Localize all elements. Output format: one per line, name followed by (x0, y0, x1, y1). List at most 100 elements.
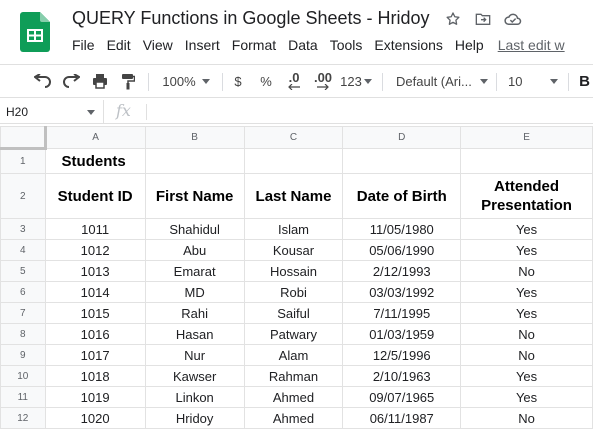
table-cell[interactable]: Hossain (243, 260, 344, 282)
menu-data[interactable]: Data (282, 36, 324, 54)
menu-help[interactable]: Help (449, 36, 490, 54)
last-edit-link[interactable]: Last edit w (498, 36, 565, 54)
header-cell-date-of-birth[interactable]: Date of Birth (342, 173, 462, 219)
more-formats-select[interactable]: 123 (338, 65, 374, 97)
table-cell[interactable]: Saiful (243, 302, 344, 324)
star-icon[interactable] (444, 10, 462, 28)
table-cell[interactable] (144, 148, 245, 174)
table-cell[interactable]: 1019 (44, 386, 146, 408)
font-size-select[interactable]: 10 (502, 65, 562, 97)
row-header[interactable]: 1 (0, 148, 46, 174)
percent-format-button[interactable]: % (256, 65, 276, 97)
table-cell[interactable]: Yes (460, 239, 593, 261)
menu-edit[interactable]: Edit (101, 36, 137, 54)
formula-input[interactable] (146, 104, 147, 120)
column-header-d[interactable]: D (342, 126, 462, 149)
table-cell[interactable]: 05/06/1990 (342, 239, 462, 261)
table-cell[interactable]: 1014 (44, 281, 146, 303)
table-cell[interactable]: Ahmed (243, 386, 344, 408)
menu-file[interactable]: File (66, 36, 101, 54)
table-cell[interactable]: Rahi (144, 302, 245, 324)
row-header[interactable]: 11 (0, 386, 46, 408)
row-header[interactable]: 12 (0, 407, 46, 429)
table-cell[interactable]: Yes (460, 218, 593, 240)
menu-view[interactable]: View (137, 36, 179, 54)
table-cell[interactable]: Kawser (144, 365, 245, 387)
document-title[interactable]: QUERY Functions in Google Sheets - Hrido… (72, 8, 430, 29)
table-cell[interactable] (342, 148, 462, 174)
name-box[interactable]: H20 (0, 100, 104, 124)
menu-tools[interactable]: Tools (324, 36, 369, 54)
table-cell[interactable]: 1016 (44, 323, 146, 345)
cloud-saved-icon[interactable] (504, 10, 522, 28)
header-cell-first-name[interactable]: First Name (144, 173, 245, 219)
table-cell[interactable]: Yes (460, 365, 593, 387)
table-cell[interactable]: Yes (460, 386, 593, 408)
table-cell[interactable]: Islam (243, 218, 344, 240)
table-cell[interactable]: 11/05/1980 (342, 218, 462, 240)
row-header[interactable]: 4 (0, 239, 46, 261)
bold-button[interactable]: B (576, 65, 593, 97)
table-cell[interactable]: MD (144, 281, 245, 303)
table-cell[interactable]: Shahidul (144, 218, 245, 240)
table-cell[interactable]: No (460, 344, 593, 366)
select-all-corner[interactable] (0, 126, 47, 150)
table-cell[interactable]: No (460, 407, 593, 429)
row-header[interactable]: 10 (0, 365, 46, 387)
table-cell[interactable]: 09/07/1965 (342, 386, 462, 408)
table-cell[interactable]: Rahman (243, 365, 344, 387)
table-cell[interactable]: 03/03/1992 (342, 281, 462, 303)
row-header[interactable]: 8 (0, 323, 46, 345)
table-cell[interactable] (243, 148, 344, 174)
table-cell[interactable]: 06/11/1987 (342, 407, 462, 429)
column-header-c[interactable]: C (243, 126, 344, 149)
table-cell[interactable]: 12/5/1996 (342, 344, 462, 366)
row-header[interactable]: 9 (0, 344, 46, 366)
table-cell[interactable]: Abu (144, 239, 245, 261)
header-cell-student-id[interactable]: Student ID (44, 173, 146, 219)
table-cell[interactable]: Kousar (243, 239, 344, 261)
table-cell[interactable] (460, 148, 593, 174)
row-header[interactable]: 2 (0, 173, 46, 219)
sheet-title-cell[interactable]: Students (44, 148, 146, 174)
table-cell[interactable]: 1015 (44, 302, 146, 324)
redo-icon[interactable] (58, 65, 84, 97)
decrease-decimal-button[interactable]: .0 (282, 65, 306, 97)
row-header[interactable]: 7 (0, 302, 46, 324)
table-cell[interactable]: Ahmed (243, 407, 344, 429)
header-cell-last-name[interactable]: Last Name (243, 173, 344, 219)
table-cell[interactable]: 1018 (44, 365, 146, 387)
row-header[interactable]: 3 (0, 218, 46, 240)
table-cell[interactable]: 1020 (44, 407, 146, 429)
print-icon[interactable] (88, 65, 112, 97)
table-cell[interactable]: 01/03/1959 (342, 323, 462, 345)
row-header[interactable]: 5 (0, 260, 46, 282)
table-cell[interactable]: Patwary (243, 323, 344, 345)
zoom-select[interactable]: 100% (156, 65, 216, 97)
increase-decimal-button[interactable]: .00 (310, 65, 336, 97)
menu-insert[interactable]: Insert (179, 36, 226, 54)
move-folder-icon[interactable] (474, 10, 492, 28)
table-cell[interactable]: Alam (243, 344, 344, 366)
table-cell[interactable]: 1013 (44, 260, 146, 282)
table-cell[interactable]: No (460, 260, 593, 282)
table-cell[interactable]: 1011 (44, 218, 146, 240)
column-header-e[interactable]: E (460, 126, 593, 149)
row-header[interactable]: 6 (0, 281, 46, 303)
table-cell[interactable]: Hridoy (144, 407, 245, 429)
column-header-a[interactable]: A (44, 126, 146, 149)
table-cell[interactable]: 2/10/1963 (342, 365, 462, 387)
table-cell[interactable]: Linkon (144, 386, 245, 408)
table-cell[interactable]: Emarat (144, 260, 245, 282)
table-cell[interactable]: No (460, 323, 593, 345)
table-cell[interactable]: Yes (460, 302, 593, 324)
font-family-select[interactable]: Default (Ari... (390, 65, 490, 97)
table-cell[interactable]: Robi (243, 281, 344, 303)
column-header-b[interactable]: B (144, 126, 245, 149)
table-cell[interactable]: 1017 (44, 344, 146, 366)
menu-format[interactable]: Format (226, 36, 282, 54)
table-cell[interactable]: Nur (144, 344, 245, 366)
table-cell[interactable]: 7/11/1995 (342, 302, 462, 324)
undo-icon[interactable] (30, 65, 56, 97)
currency-format-button[interactable]: $ (228, 65, 248, 97)
